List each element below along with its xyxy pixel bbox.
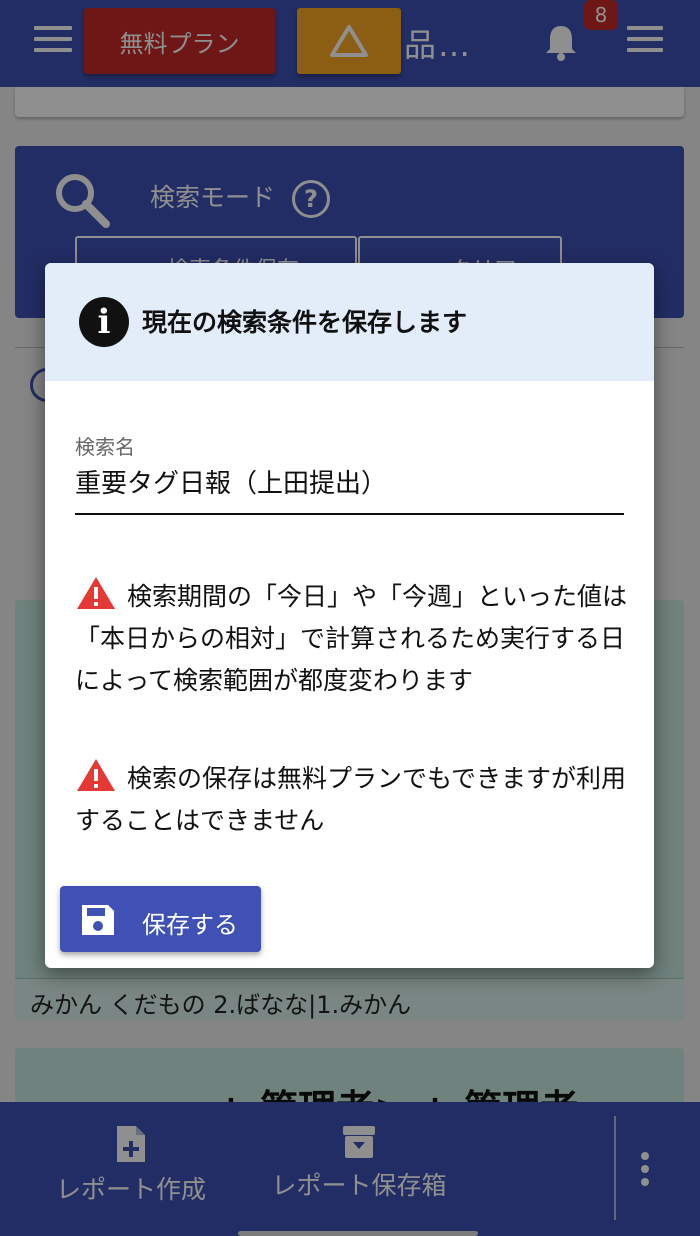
search-name-label: 検索名: [75, 435, 135, 459]
warning-text-2: 検索の保存は無料プランでもできますが利用することはできません: [75, 764, 627, 835]
save-button[interactable]: 保存する: [60, 886, 261, 952]
dialog-title: 現在の検索条件を保存します: [142, 308, 468, 337]
save-button-label: 保存する: [142, 911, 238, 939]
warning-text-1: 検索期間の「今日」や「今週」といった値は「本日からの相対」で計算されるため実行す…: [75, 582, 628, 695]
search-name-input[interactable]: 重要タグ日報（上田提出）: [75, 461, 624, 515]
dialog-header: i 現在の検索条件を保存します: [45, 263, 654, 381]
save-search-dialog: i 現在の検索条件を保存します 検索名 重要タグ日報（上田提出） 検索期間の「今…: [45, 263, 654, 968]
warning-icon: [77, 577, 115, 609]
floppy-disk-icon: [82, 905, 114, 935]
relative-period-warning: 検索期間の「今日」や「今週」といった値は「本日からの相対」で計算されるため実行す…: [75, 575, 627, 702]
free-plan-warning: 検索の保存は無料プランでもできますが利用することはできません: [75, 757, 627, 842]
info-icon: i: [79, 297, 129, 347]
warning-icon: [77, 759, 115, 791]
